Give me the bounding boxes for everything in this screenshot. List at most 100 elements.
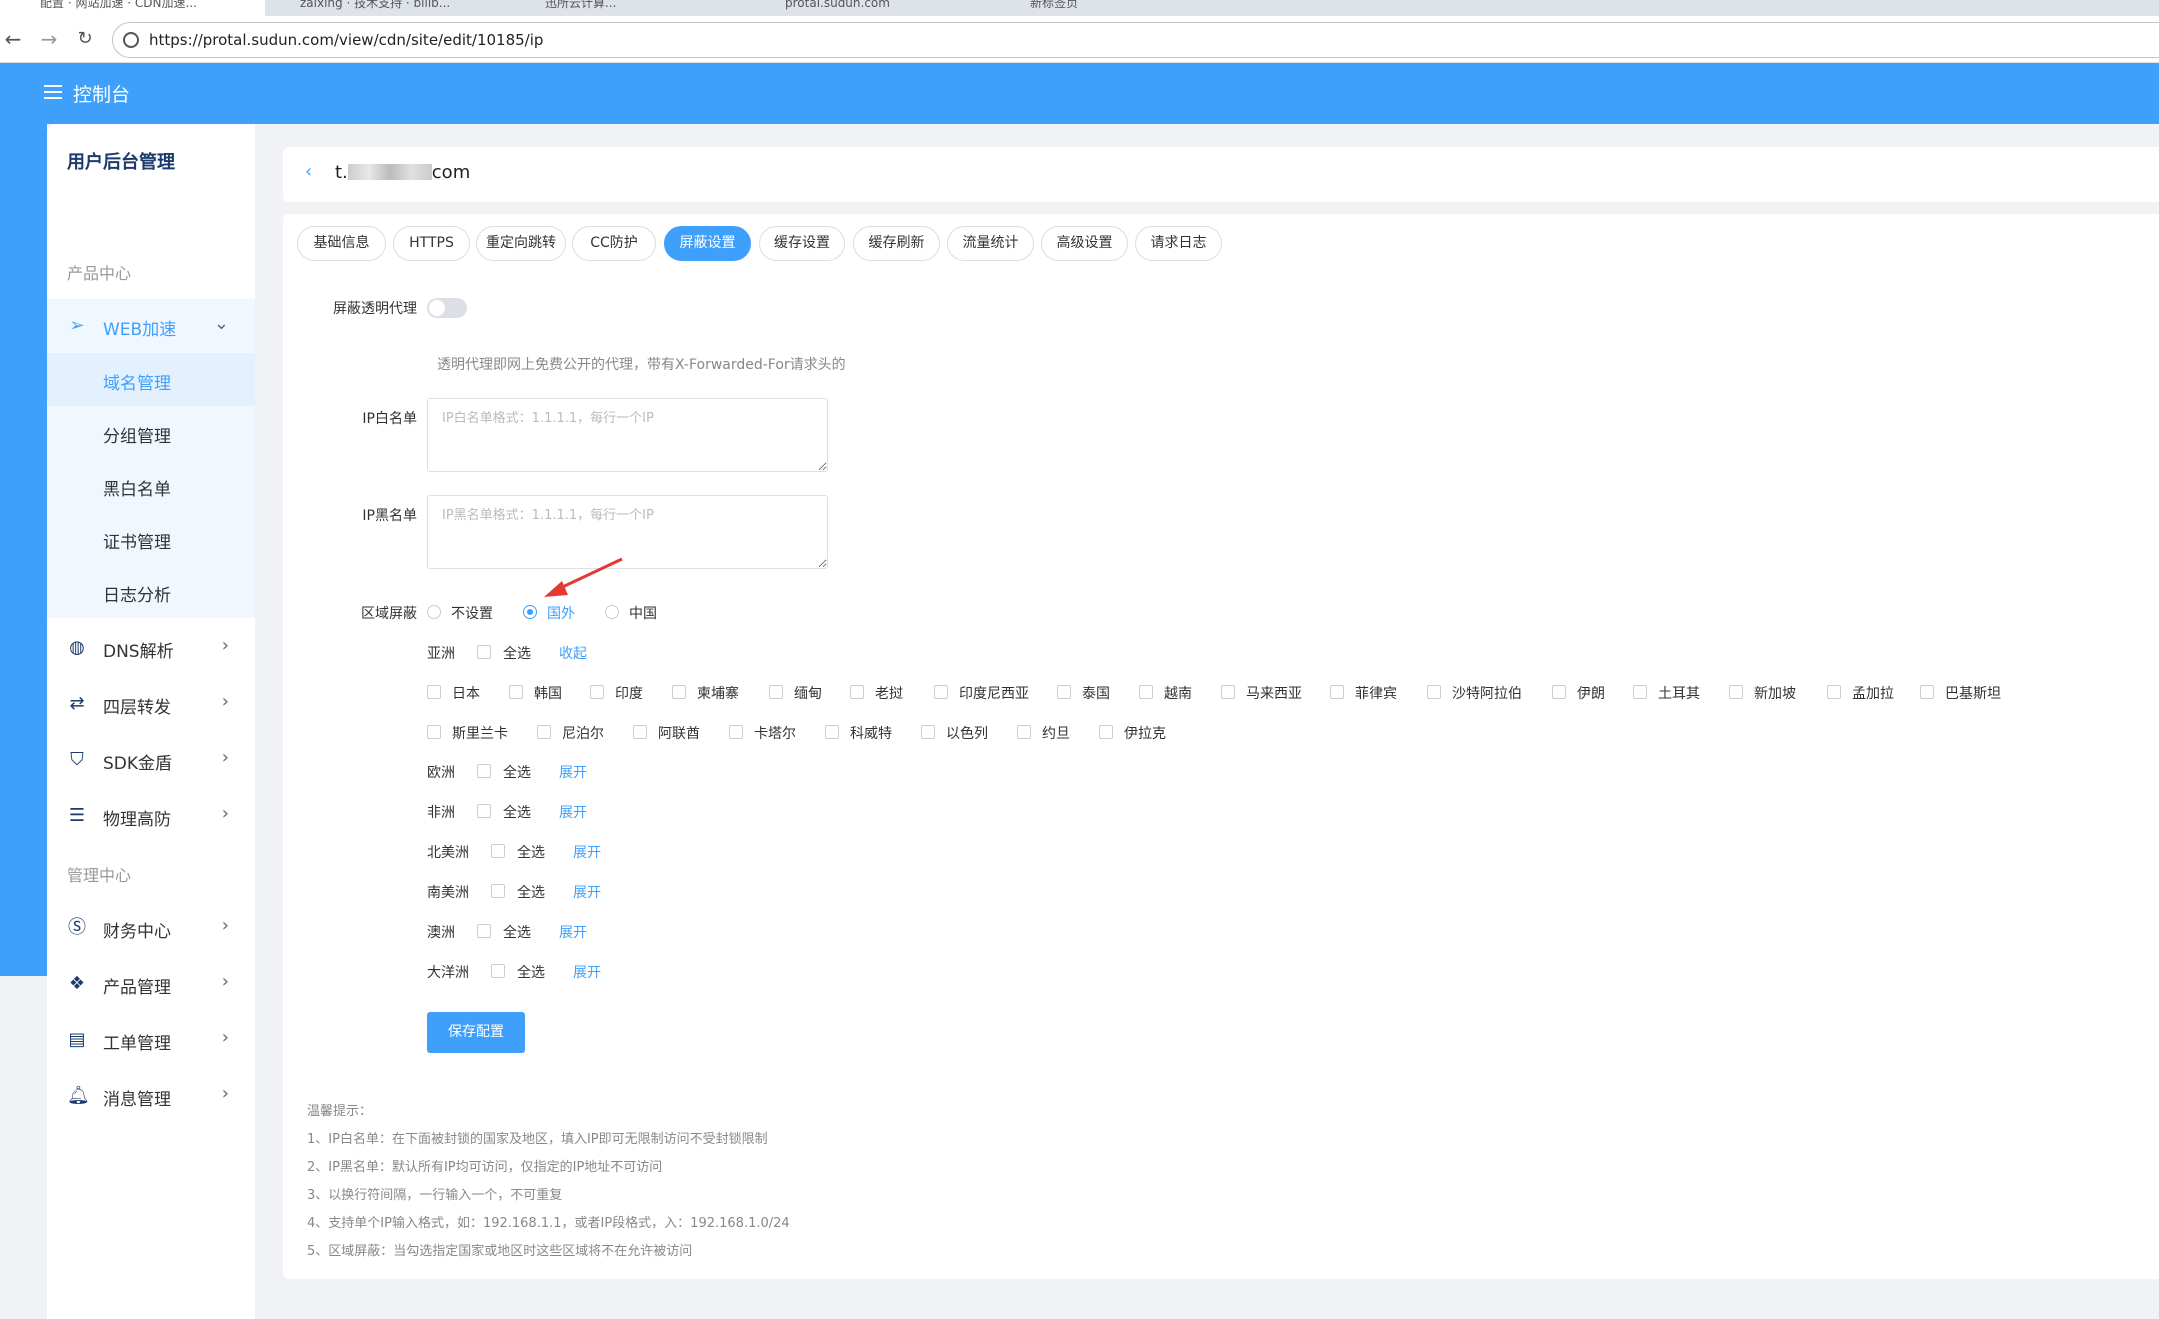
chevron-left-icon[interactable]: ‹	[305, 161, 312, 182]
sidebar-item-l4[interactable]: ⇄ 四层转发 ›	[47, 677, 255, 731]
country-label: 菲律宾	[1355, 686, 1397, 702]
site-info-icon[interactable]	[123, 32, 139, 48]
asia-select-all-checkbox[interactable]	[477, 645, 491, 659]
sidebar-subitem-blackwhite[interactable]: 黑白名单	[47, 459, 255, 512]
country-checkbox[interactable]	[672, 685, 686, 699]
sidebar-item-tickets[interactable]: ▤ 工单管理 ›	[47, 1013, 255, 1067]
sidebar-item-dns[interactable]: ◍ DNS解析 ›	[47, 621, 255, 675]
country-checkbox[interactable]	[1099, 725, 1113, 739]
country-checkbox[interactable]	[590, 685, 604, 699]
save-config-button[interactable]: 保存配置	[427, 1012, 525, 1053]
radio-none-label: 不设置	[451, 606, 493, 622]
country-checkbox[interactable]	[1330, 685, 1344, 699]
country-checkbox[interactable]	[1633, 685, 1647, 699]
country-checkbox[interactable]	[537, 725, 551, 739]
country-checkbox[interactable]	[1139, 685, 1153, 699]
url-text: https://protal.sudun.com/view/cdn/site/e…	[149, 31, 544, 49]
south-america-select-all-checkbox[interactable]	[491, 884, 505, 898]
tab-request-log[interactable]: 请求日志	[1135, 226, 1222, 261]
sidebar-item-label: 财务中心	[103, 922, 171, 942]
tab-block[interactable]: 屏蔽设置	[664, 226, 751, 261]
country-label: 斯里兰卡	[452, 726, 508, 742]
whitelist-input[interactable]	[427, 398, 828, 472]
africa-expand-link[interactable]: 展开	[559, 802, 587, 822]
europe-select-all-checkbox[interactable]	[477, 764, 491, 778]
country-label: 印度	[615, 686, 643, 702]
continent-asia: 亚洲	[427, 646, 455, 662]
country-checkbox[interactable]	[1552, 685, 1566, 699]
forward-arrow-icon[interactable]: →	[38, 28, 60, 50]
oceania-expand-link[interactable]: 展开	[573, 962, 601, 982]
oceania-select-all-checkbox[interactable]	[491, 964, 505, 978]
browser-tab[interactable]: protal.sudun.com	[755, 0, 995, 16]
browser-tab[interactable]: 新标签页	[1000, 0, 1220, 16]
country-label: 印度尼西亚	[959, 686, 1029, 702]
browser-tab[interactable]: zaixing · 技术支持 · bilib...	[270, 0, 510, 16]
sidebar-item-finance[interactable]: Ⓢ 财务中心 ›	[47, 901, 255, 955]
sidebar-item-label: 证书管理	[103, 533, 171, 553]
country-checkbox[interactable]	[1427, 685, 1441, 699]
tab-basic[interactable]: 基础信息	[297, 226, 386, 261]
select-all-label: 全选	[503, 765, 531, 781]
country-checkbox[interactable]	[1057, 685, 1071, 699]
redacted-domain	[347, 164, 432, 180]
country-checkbox[interactable]	[633, 725, 647, 739]
tab-https[interactable]: HTTPS	[393, 226, 470, 261]
tab-advanced[interactable]: 高级设置	[1041, 226, 1128, 261]
blacklist-label: IP黑名单	[362, 508, 417, 524]
australia-select-all-checkbox[interactable]	[477, 924, 491, 938]
country-checkbox[interactable]	[427, 685, 441, 699]
country-checkbox[interactable]	[850, 685, 864, 699]
country-checkbox[interactable]	[921, 725, 935, 739]
europe-expand-link[interactable]: 展开	[559, 762, 587, 782]
country-checkbox[interactable]	[1729, 685, 1743, 699]
africa-select-all-checkbox[interactable]	[477, 804, 491, 818]
sidebar-subitem-cert[interactable]: 证书管理	[47, 512, 255, 565]
country-checkbox[interactable]	[1017, 725, 1031, 739]
country-checkbox[interactable]	[1827, 685, 1841, 699]
country-checkbox[interactable]	[1221, 685, 1235, 699]
sidebar-item-label: 黑白名单	[103, 480, 171, 500]
menu-icon[interactable]	[44, 85, 62, 99]
sidebar-subitem-domain[interactable]: 域名管理	[47, 353, 255, 406]
sidebar-item-web[interactable]: ➢ WEB加速 ⌄	[47, 299, 255, 353]
proxy-hint: 透明代理即网上免费公开的代理，带有X-Forwarded-For请求头的	[437, 357, 846, 373]
country-checkbox[interactable]	[729, 725, 743, 739]
north-america-expand-link[interactable]: 展开	[573, 842, 601, 862]
tab-traffic[interactable]: 流量统计	[947, 226, 1034, 261]
sidebar-subitem-group[interactable]: 分组管理	[47, 406, 255, 459]
browser-tab[interactable]: 迅所云计算...	[515, 0, 750, 16]
back-arrow-icon[interactable]: ←	[2, 28, 24, 50]
sidebar-item-messages[interactable]: 🔔︎ 消息管理 ›	[47, 1069, 255, 1123]
country-checkbox[interactable]	[934, 685, 948, 699]
tab-cache[interactable]: 缓存设置	[759, 226, 845, 261]
browser-tab[interactable]: 配置 · 网站加速 · CDN加速...	[0, 0, 265, 16]
url-field[interactable]: https://protal.sudun.com/view/cdn/site/e…	[112, 22, 2159, 58]
country-checkbox[interactable]	[825, 725, 839, 739]
tab-cache-refresh[interactable]: 缓存刷新	[853, 226, 940, 261]
country-checkbox[interactable]	[427, 725, 441, 739]
south-america-expand-link[interactable]: 展开	[573, 882, 601, 902]
sidebar-subitem-log[interactable]: 日志分析	[47, 565, 255, 618]
tab-redirect[interactable]: 重定向跳转	[476, 226, 566, 261]
sidebar-item-sdk[interactable]: ⛉ SDK金盾 ›	[47, 733, 255, 787]
north-america-select-all-checkbox[interactable]	[491, 844, 505, 858]
country-checkbox[interactable]	[769, 685, 783, 699]
asia-collapse-link[interactable]: 收起	[559, 643, 587, 663]
country-label: 韩国	[534, 686, 562, 702]
country-checkbox[interactable]	[509, 685, 523, 699]
proxy-toggle[interactable]	[427, 298, 467, 318]
sidebar-item-label: 分组管理	[103, 427, 171, 447]
chevron-right-icon: ›	[221, 691, 229, 712]
tab-cc[interactable]: CC防护	[572, 226, 656, 261]
sidebar-item-products[interactable]: ❖ 产品管理 ›	[47, 957, 255, 1011]
reload-icon[interactable]: ↻	[74, 28, 96, 50]
tip-line: 1、IP白名单：在下面被封锁的国家及地区，填入IP即可无限制访问不受封锁限制	[307, 1132, 768, 1147]
country-checkbox[interactable]	[1920, 685, 1934, 699]
radio-abroad[interactable]	[523, 605, 537, 619]
radio-none[interactable]	[427, 605, 441, 619]
sidebar-item-physical[interactable]: ☰ 物理高防 ›	[47, 789, 255, 843]
australia-expand-link[interactable]: 展开	[559, 922, 587, 942]
annotation-arrow	[544, 557, 623, 597]
radio-china[interactable]	[605, 605, 619, 619]
